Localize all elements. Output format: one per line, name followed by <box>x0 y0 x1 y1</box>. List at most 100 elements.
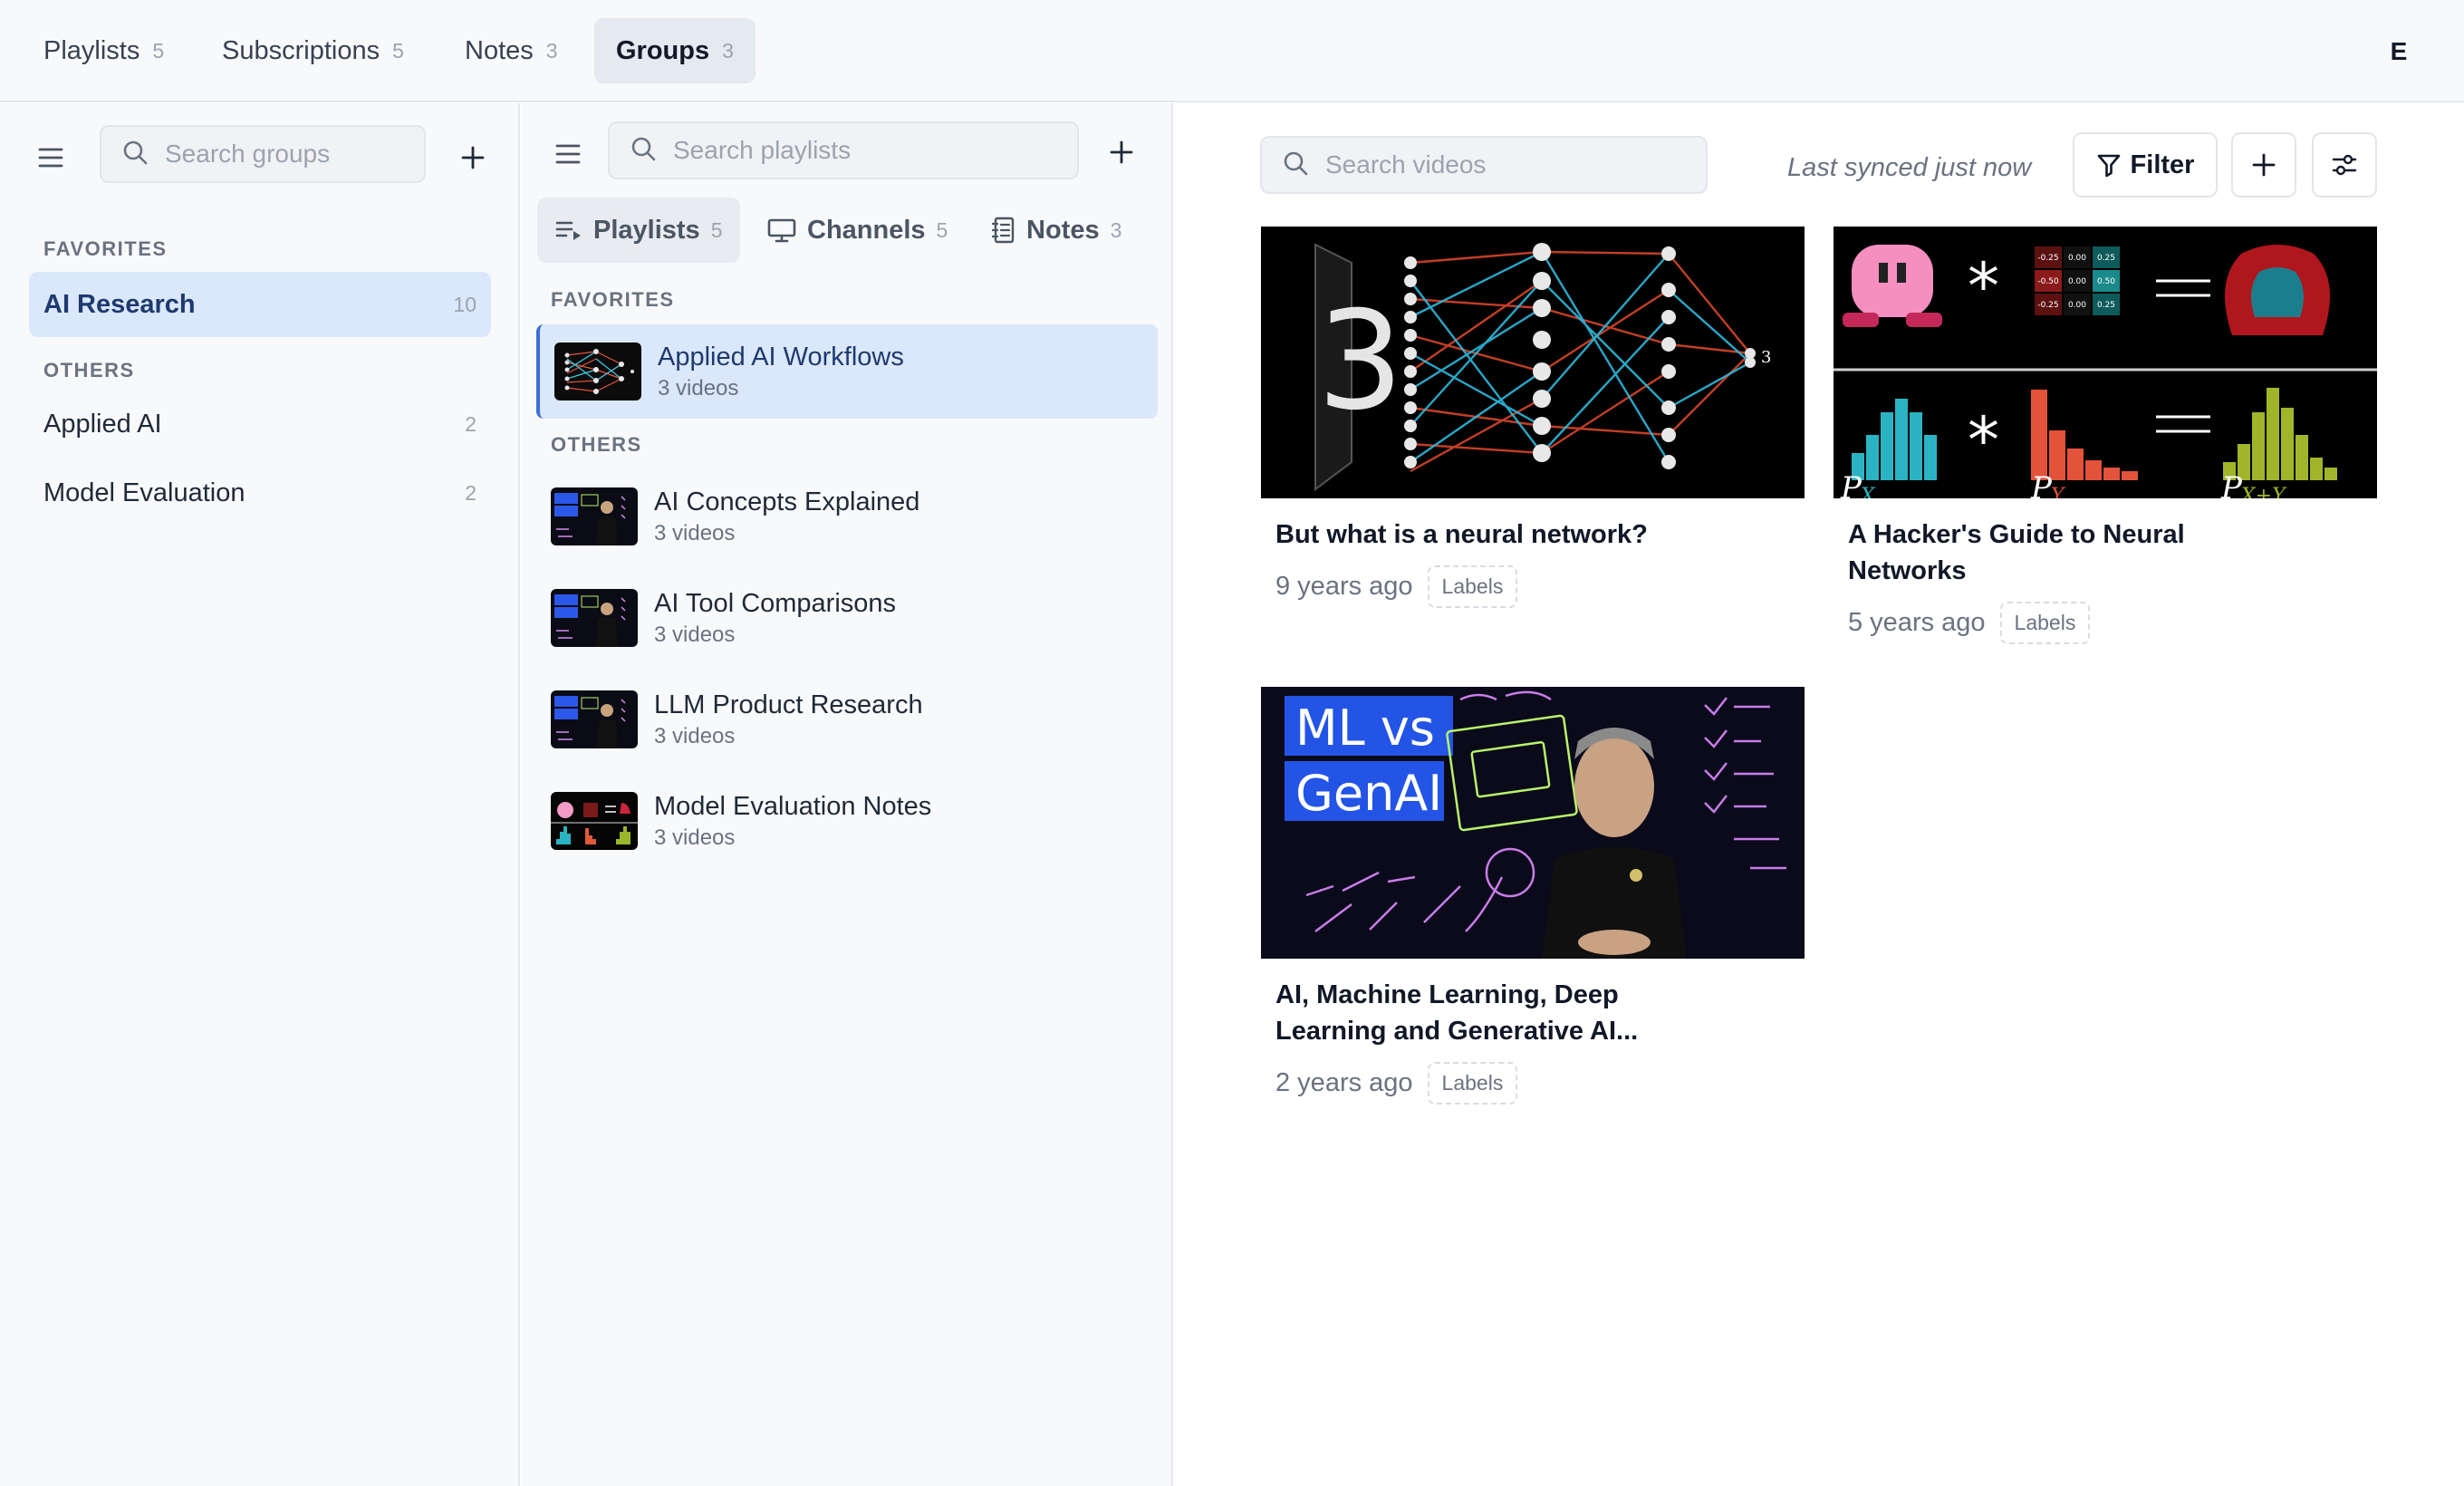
tab-count: 5 <box>152 38 165 63</box>
tab-label: Notes <box>465 35 534 65</box>
labels-chip[interactable]: Labels <box>1427 565 1518 608</box>
subtab-playlists[interactable]: Playlists 5 <box>537 198 741 263</box>
search-icon <box>121 139 149 170</box>
view-settings-button[interactable] <box>2312 132 2377 198</box>
px-label: P <box>1840 470 1862 498</box>
notebook-icon <box>992 217 1015 244</box>
tab-groups[interactable]: Groups 3 <box>594 18 756 83</box>
add-video-button[interactable] <box>2231 132 2296 198</box>
playlist-thumbnail <box>551 690 638 748</box>
plus-icon <box>461 146 485 169</box>
search-playlists-input[interactable] <box>673 136 1077 165</box>
group-item-ai-research[interactable]: AI Research 10 <box>29 272 491 337</box>
py-label: P <box>2030 470 2053 498</box>
top-navigation-bar: Playlists 5 Subscriptions 5 Notes 3 Grou… <box>0 0 2464 102</box>
tab-count: 5 <box>392 38 404 63</box>
svg-text:*: * <box>1968 403 1999 478</box>
playlist-item-ai-concepts-explained[interactable]: AI Concepts Explained 3 videos <box>536 469 1158 564</box>
last-synced-status: Last synced just now <box>1787 153 2032 182</box>
search-videos-input[interactable] <box>1325 150 1706 179</box>
group-name: AI Research <box>43 289 196 319</box>
sliders-icon <box>2332 154 2357 176</box>
playlists-pane: Playlists 5 Channels 5 Notes 3 FAVORITES… <box>521 103 1173 1486</box>
tab-count: 3 <box>722 38 734 63</box>
matrix-cell: 0.25 <box>2097 254 2115 263</box>
search-icon <box>630 135 657 167</box>
labels-chip[interactable]: Labels <box>1427 1062 1518 1105</box>
groups-pane: FAVORITES AI Research 10 OTHERS Applied … <box>0 103 520 1486</box>
subtab-count: 5 <box>936 217 948 242</box>
video-card[interactable]: ML vs GenAI AI, Machine Learning, Deep L… <box>1261 687 1805 1105</box>
menu-icon[interactable] <box>33 140 69 176</box>
video-age: 9 years ago <box>1275 572 1413 601</box>
video-thumbnail[interactable]: * -0.25 0.00 0.25 -0.50 0.00 0.50 -0.25 … <box>1834 227 2377 498</box>
video-title[interactable]: AI, Machine Learning, Deep Learning and … <box>1275 977 1656 1049</box>
add-playlist-button[interactable] <box>1102 132 1141 172</box>
tab-playlists[interactable]: Playlists 5 <box>22 18 186 83</box>
videos-pane: Last synced just now Filter 3 <box>1175 103 2464 1486</box>
monitor-icon <box>767 218 796 243</box>
playlist-video-count: 3 videos <box>658 375 739 400</box>
search-videos-field[interactable] <box>1260 136 1708 194</box>
group-item-applied-ai[interactable]: Applied AI 2 <box>29 391 491 457</box>
plus-icon <box>2252 153 2276 177</box>
video-age: 5 years ago <box>1848 608 1986 637</box>
matrix-cell: 0.00 <box>2068 254 2086 263</box>
playlist-name: LLM Product Research <box>654 690 923 719</box>
subtab-label: Playlists <box>593 215 700 245</box>
user-avatar[interactable]: E <box>2382 29 2415 74</box>
favorites-section-label: FAVORITES <box>43 237 168 260</box>
thumb-ml-vs: ML vs <box>1295 700 1435 757</box>
video-thumbnail[interactable]: 3 3 <box>1261 227 1805 498</box>
filter-label: Filter <box>2130 150 2195 179</box>
search-icon <box>1282 150 1309 181</box>
subtab-label: Channels <box>807 215 926 245</box>
thumb-genai: GenAI <box>1295 765 1442 822</box>
px-subscript: X <box>1859 485 1876 498</box>
matrix-cell: 0.25 <box>2097 301 2115 310</box>
filter-icon <box>2097 154 2120 178</box>
subtab-notes[interactable]: Notes 3 <box>974 198 1140 263</box>
playlist-item-llm-product-research[interactable]: LLM Product Research 3 videos <box>536 672 1158 767</box>
playlist-thumbnail <box>551 792 638 850</box>
playlist-video-count: 3 videos <box>654 825 736 850</box>
video-title[interactable]: A Hacker's Guide to Neural Networks <box>1848 516 2228 589</box>
menu-icon[interactable] <box>550 136 586 172</box>
tab-notes[interactable]: Notes 3 <box>443 18 580 83</box>
video-card[interactable]: 3 3 But what is a neural network? 9 year… <box>1261 227 1805 608</box>
search-playlists-field[interactable] <box>608 121 1079 179</box>
matrix-cell: 0.00 <box>2068 301 2086 310</box>
playlist-item-ai-tool-comparisons[interactable]: AI Tool Comparisons 3 videos <box>536 571 1158 665</box>
py-subscript: Y <box>2051 485 2066 498</box>
filter-button[interactable]: Filter <box>2073 132 2218 198</box>
subtab-label: Notes <box>1026 215 1100 245</box>
subtab-channels[interactable]: Channels 5 <box>749 198 966 263</box>
playlist-thumbnail <box>554 343 641 400</box>
playlist-item-model-evaluation-notes[interactable]: Model Evaluation Notes 3 videos <box>536 774 1158 868</box>
group-count: 10 <box>453 292 476 316</box>
playlist-name: AI Concepts Explained <box>654 487 920 516</box>
tab-subscriptions[interactable]: Subscriptions 5 <box>200 18 426 83</box>
add-group-button[interactable] <box>453 138 493 178</box>
others-section-label: OTHERS <box>551 433 642 456</box>
group-item-model-evaluation[interactable]: Model Evaluation 2 <box>29 460 491 526</box>
tab-label: Groups <box>616 35 710 65</box>
search-groups-field[interactable] <box>100 125 426 183</box>
digit-glyph: 3 <box>1317 283 1403 440</box>
others-section-label: OTHERS <box>43 359 135 381</box>
video-thumbnail[interactable]: ML vs GenAI <box>1261 687 1805 959</box>
labels-chip[interactable]: Labels <box>1999 602 2091 644</box>
subtab-count: 3 <box>1110 217 1122 242</box>
plus-icon <box>1110 140 1133 164</box>
video-card[interactable]: * -0.25 0.00 0.25 -0.50 0.00 0.50 -0.25 … <box>1834 227 2377 644</box>
pxy-label: P <box>2220 470 2243 498</box>
video-title[interactable]: But what is a neural network? <box>1275 516 1656 553</box>
playlist-video-count: 3 videos <box>654 723 736 748</box>
search-groups-input[interactable] <box>165 140 424 169</box>
video-age: 2 years ago <box>1275 1068 1413 1097</box>
group-count: 2 <box>465 411 476 436</box>
group-count: 2 <box>465 480 476 505</box>
playlist-name: Model Evaluation Notes <box>654 791 932 821</box>
group-name: Applied AI <box>43 409 162 439</box>
playlist-item-applied-ai-workflows[interactable]: Applied AI Workflows 3 videos <box>536 324 1158 419</box>
